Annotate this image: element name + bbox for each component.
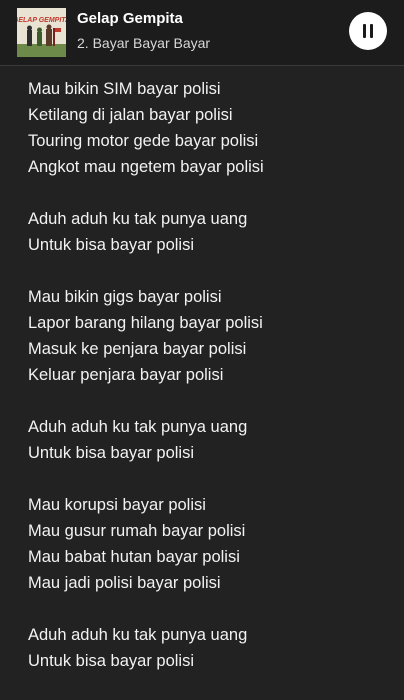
lyric-line: Mau jadi polisi bayar polisi [28, 574, 221, 592]
lyric-line: Aduh aduh ku tak punya uang [28, 210, 248, 228]
lyric-line: Touring motor gede bayar polisi [28, 132, 259, 150]
track-name: 2. Bayar Bayar Bayar [77, 35, 211, 51]
lyric-line: Mau bikin SIM bayar polisi [28, 80, 221, 98]
lyric-line: Untuk bisa bayar polisi [28, 652, 194, 670]
lyric-line: Ketilang di jalan bayar polisi [28, 106, 233, 124]
lyric-line: Keluar penjara bayar polisi [28, 366, 224, 384]
now-playing-bar: GELAP GEMPITA Gelap Gempita 2. Bayar Bay… [0, 0, 404, 66]
lyric-line: Mau gusur rumah bayar polisi [28, 522, 246, 540]
lyrics-stanza: Mau bikin gigs bayar polisi Lapor barang… [28, 284, 388, 388]
lyric-line: Masuk ke penjara bayar polisi [28, 340, 247, 358]
album-art-lettering: GELAP GEMPITA [17, 17, 66, 24]
lyrics-stanza: Aduh aduh ku tak punya uang Untuk bisa b… [28, 414, 388, 466]
lyric-line: Untuk bisa bayar polisi [28, 444, 194, 462]
album-title: Gelap Gempita [77, 10, 183, 27]
lyrics-stanza: Mau korupsi bayar polisi Mau gusur rumah… [28, 492, 388, 596]
lyrics-stanza: Aduh aduh ku tak punya uang Untuk bisa b… [28, 206, 388, 258]
album-art[interactable]: GELAP GEMPITA [17, 8, 66, 57]
pause-icon [363, 24, 373, 38]
lyric-line: Mau babat hutan bayar polisi [28, 548, 240, 566]
lyric-line: Mau korupsi bayar polisi [28, 496, 206, 514]
lyric-line: Lapor barang hilang bayar polisi [28, 314, 263, 332]
lyric-line: Mau bikin gigs bayar polisi [28, 288, 222, 306]
lyrics-stanza: Aduh aduh ku tak punya uang Untuk bisa b… [28, 622, 388, 674]
lyric-line: Aduh aduh ku tak punya uang [28, 418, 248, 436]
lyric-line: Aduh aduh ku tak punya uang [28, 626, 248, 644]
lyrics-panel[interactable]: Mau bikin SIM bayar polisi Ketilang di j… [28, 76, 388, 700]
lyric-line: Untuk bisa bayar polisi [28, 236, 194, 254]
pause-button[interactable] [349, 12, 387, 50]
lyrics-stanza: Mau bikin SIM bayar polisi Ketilang di j… [28, 76, 388, 180]
lyric-line: Angkot mau ngetem bayar polisi [28, 158, 264, 176]
